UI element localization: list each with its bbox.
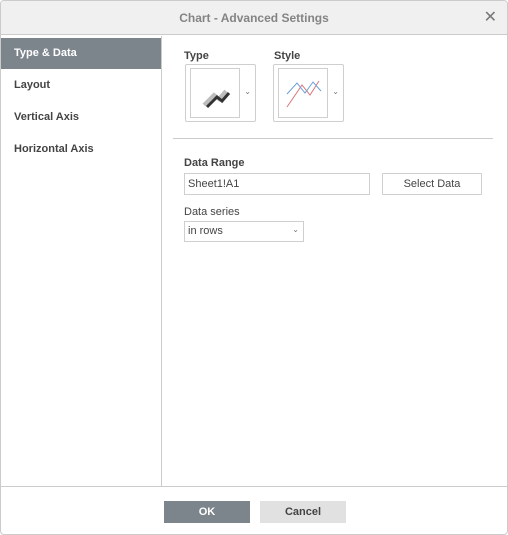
- chevron-down-icon: ⌄: [292, 225, 299, 234]
- data-series-label: Data series: [184, 206, 240, 218]
- section-divider: [173, 138, 493, 139]
- close-icon[interactable]: ✕: [484, 1, 497, 35]
- sidebar-item-type-data[interactable]: Type & Data: [1, 38, 161, 69]
- title-bar[interactable]: Chart - Advanced Settings ✕: [1, 1, 507, 35]
- advanced-settings-dialog: Chart - Advanced Settings ✕ Type & Data …: [0, 0, 508, 535]
- data-series-select[interactable]: in rows ⌄: [184, 221, 304, 242]
- line-chart-3d-icon: [190, 68, 240, 118]
- sidebar-item-layout[interactable]: Layout: [1, 70, 161, 101]
- style-label: Style: [274, 50, 301, 62]
- data-range-input[interactable]: [184, 173, 370, 195]
- line-chart-style-icon: [278, 68, 328, 118]
- sidebar-item-horizontal-axis[interactable]: Horizontal Axis: [1, 134, 161, 165]
- footer-divider: [1, 486, 507, 487]
- ok-button[interactable]: OK: [164, 501, 250, 523]
- dialog-title: Chart - Advanced Settings: [179, 11, 329, 25]
- sidebar: Type & Data Layout Vertical Axis Horizon…: [1, 36, 162, 486]
- data-range-label: Data Range: [184, 157, 245, 169]
- cancel-button[interactable]: Cancel: [260, 501, 346, 523]
- type-label: Type: [184, 50, 209, 62]
- sidebar-item-vertical-axis[interactable]: Vertical Axis: [1, 102, 161, 133]
- data-series-value: in rows: [188, 225, 223, 237]
- chevron-down-icon: ⌄: [332, 87, 339, 96]
- chart-type-picker[interactable]: ⌄: [185, 64, 256, 122]
- chart-style-picker[interactable]: ⌄: [273, 64, 344, 122]
- chevron-down-icon: ⌄: [244, 87, 251, 96]
- select-data-button[interactable]: Select Data: [382, 173, 482, 195]
